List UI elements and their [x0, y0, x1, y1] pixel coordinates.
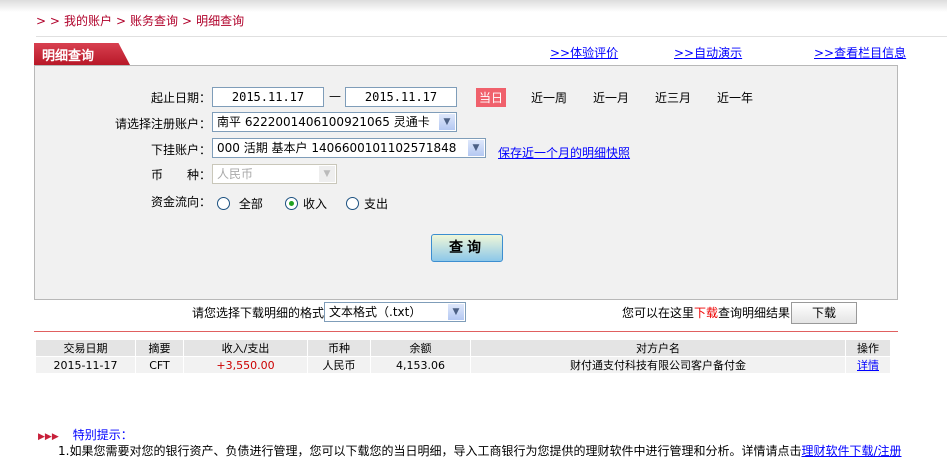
detail-link[interactable]: 详情	[857, 359, 879, 372]
tips-note: 1.如果您需要对您的银行资产、负债进行管理，您可以下载您的当日明细，导入工商银行…	[34, 443, 904, 459]
account-select[interactable]: 南平 6222001406100921065 灵通卡 ▼	[212, 112, 457, 132]
sub-account-label: 下挂账户：	[150, 143, 211, 157]
detail-table: 交易日期 摘要 收入/支出 币种 余额 对方户名 操作 2015-11-17 C…	[35, 339, 891, 374]
quick-3months[interactable]: 近三月	[655, 89, 691, 106]
table-header: 交易日期 摘要 收入/支出 币种 余额 对方户名 操作	[35, 339, 891, 357]
col-amount: 收入/支出	[183, 339, 308, 357]
sub-account-select[interactable]: 000 活期 基本户 1406600101102571848 ▼	[212, 138, 486, 158]
breadcrumb-sep: >	[115, 14, 127, 28]
quick-month[interactable]: 近一月	[593, 89, 629, 106]
col-action: 操作	[845, 339, 891, 357]
chevron-down-icon: ▼	[319, 166, 335, 182]
sub-account-value: 000 活期 基本户 1406600101102571848	[217, 141, 457, 155]
format-value: 文本格式（.txt）	[329, 305, 422, 319]
chevron-down-icon: ▼	[448, 304, 464, 320]
tips-title: 特别提示：	[72, 428, 133, 442]
col-summary: 摘要	[135, 339, 184, 357]
breadcrumb-my-account[interactable]: 我的账户	[64, 14, 112, 28]
flow-income-radio[interactable]: 收入	[285, 195, 327, 212]
radio-checked-icon	[285, 197, 298, 210]
cell-amount: +3,550.00	[183, 356, 308, 374]
date-label: 起止日期：	[150, 91, 211, 105]
quick-year[interactable]: 近一年	[717, 89, 753, 106]
date-dash: —	[329, 89, 341, 103]
top-shadow	[0, 0, 947, 12]
column-info-link[interactable]: >>查看栏目信息	[814, 44, 906, 61]
flow-expense-radio[interactable]: 支出	[346, 195, 388, 212]
hint-text: 查询明细结果	[718, 306, 791, 320]
format-select[interactable]: 文本格式（.txt） ▼	[324, 302, 466, 322]
divider	[36, 36, 947, 37]
format-label: 请您选择下载明细的格式	[192, 306, 325, 320]
chevron-down-icon: ▼	[439, 114, 455, 130]
download-hint: 您可以在这里下载查询明细结果	[622, 304, 790, 321]
radio-icon	[217, 197, 230, 210]
cell-currency: 人民币	[307, 356, 371, 374]
software-download-link[interactable]: 理财软件下载/注册	[801, 444, 901, 458]
divider	[34, 331, 898, 332]
col-balance: 余额	[370, 339, 471, 357]
currency-select: 人民币 ▼	[212, 164, 337, 184]
radio-label: 全部	[238, 197, 263, 211]
col-currency: 币种	[307, 339, 371, 357]
breadcrumb-account-query[interactable]: 账务查询	[130, 14, 178, 28]
triple-arrow-icon: ▶▶▶	[38, 432, 59, 442]
start-date-input[interactable]: 2015.11.17	[212, 87, 324, 107]
cell-summary: CFT	[135, 356, 184, 374]
breadcrumb-sep: > >	[36, 14, 60, 28]
flow-all-radio[interactable]: 全部	[217, 195, 263, 212]
snapshot-link[interactable]: 保存近一个月的明细快照	[498, 144, 630, 161]
cell-balance: 4,153.06	[370, 356, 471, 374]
hint-red: 下载	[694, 306, 719, 320]
chevron-down-icon: ▼	[468, 140, 484, 156]
query-panel: 起止日期： 2015.11.17 — 2015.11.17 当日 近一周 近一月…	[34, 65, 898, 300]
breadcrumb-sep: >	[182, 14, 193, 28]
demo-link[interactable]: >>自动演示	[674, 44, 742, 61]
radio-label: 收入	[303, 197, 328, 211]
tips-heading: ▶▶▶ 特别提示：	[38, 426, 133, 443]
currency-value: 人民币	[217, 167, 254, 181]
feedback-link[interactable]: >>体验评价	[550, 44, 618, 61]
cell-counterparty: 财付通支付科技有限公司客户备付金	[470, 356, 846, 374]
breadcrumb-current: 明细查询	[196, 14, 245, 28]
table-row: 2015-11-17 CFT +3,550.00 人民币 4,153.06 财付…	[35, 356, 891, 374]
account-label: 请选择注册账户：	[114, 117, 211, 131]
currency-label: 币 种：	[150, 168, 211, 182]
query-button[interactable]: 查询	[431, 234, 503, 262]
quick-week[interactable]: 近一周	[531, 89, 567, 106]
download-button[interactable]: 下载	[791, 302, 857, 324]
tips-text: 1.如果您需要对您的银行资产、负债进行管理，您可以下载您的当日明细，导入工商银行…	[58, 444, 802, 458]
end-date-input[interactable]: 2015.11.17	[345, 87, 457, 107]
radio-icon	[346, 197, 359, 210]
flow-label: 资金流向：	[150, 195, 211, 209]
hint-text: 您可以在这里	[622, 306, 695, 320]
col-date: 交易日期	[35, 339, 136, 357]
radio-label: 支出	[364, 197, 389, 211]
tab-detail-query[interactable]: 明细查询	[34, 43, 130, 65]
cell-date: 2015-11-17	[35, 356, 136, 374]
account-value: 南平 6222001406100921065 灵通卡	[217, 115, 430, 129]
breadcrumb: > > 我的账户 > 账务查询 > 明细查询	[36, 12, 248, 29]
quick-today[interactable]: 当日	[476, 88, 507, 107]
col-counterparty: 对方户名	[470, 339, 846, 357]
